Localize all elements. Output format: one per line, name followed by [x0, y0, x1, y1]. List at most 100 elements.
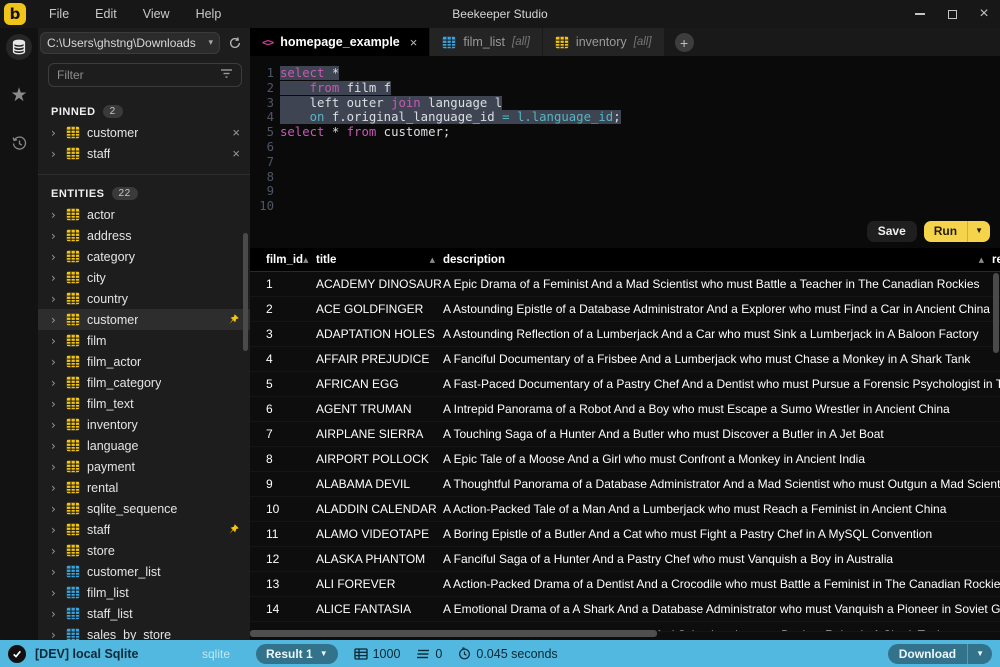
chevron-right-icon[interactable]: › — [51, 147, 59, 161]
run-options-caret[interactable]: ▼ — [967, 221, 990, 242]
cell-description[interactable]: A Touching Saga of a Hunter And a Butler… — [443, 427, 1000, 441]
chevron-right-icon[interactable]: › — [51, 586, 59, 600]
chevron-right-icon[interactable]: › — [51, 481, 59, 495]
entity-item-film_actor[interactable]: ›film_actor — [38, 351, 250, 372]
cell-film-id[interactable]: 11 — [250, 527, 316, 541]
refresh-icon[interactable] — [226, 34, 244, 52]
entity-item-staff[interactable]: ›staff — [38, 519, 250, 540]
new-tab-button[interactable]: + — [675, 33, 694, 52]
chevron-right-icon[interactable]: › — [51, 126, 59, 140]
result-selector[interactable]: Result 1 ▼ — [256, 644, 338, 664]
cell-film-id[interactable]: 12 — [250, 552, 316, 566]
chevron-right-icon[interactable]: › — [51, 523, 59, 537]
entity-item-film[interactable]: ›film — [38, 330, 250, 351]
pinned-item-staff[interactable]: ›staff× — [38, 143, 250, 164]
table-row[interactable]: 6AGENT TRUMANA Intrepid Panorama of a Ro… — [250, 397, 1000, 422]
cell-film-id[interactable]: 13 — [250, 577, 316, 591]
cell-title[interactable]: ACADEMY DINOSAUR — [316, 277, 443, 291]
table-row[interactable]: 11ALAMO VIDEOTAPEA Boring Epistle of a B… — [250, 522, 1000, 547]
cell-description[interactable]: A Fanciful Saga of a Hunter And a Pastry… — [443, 552, 1000, 566]
cell-description[interactable]: A Action-Packed Tale of a Man And a Lumb… — [443, 502, 1000, 516]
close-button[interactable]: × — [968, 0, 1000, 28]
column-header-film_id[interactable]: film_id▲ — [250, 248, 316, 271]
cell-film-id[interactable]: 5 — [250, 377, 316, 391]
chevron-right-icon[interactable]: › — [51, 460, 59, 474]
entity-item-sales_by_store[interactable]: ›sales_by_store — [38, 624, 250, 640]
sort-asc-icon[interactable]: ▲ — [303, 256, 316, 264]
cell-description[interactable]: A Epic Drama of a Feminist And a Mad Sci… — [443, 277, 1000, 291]
sql-editor[interactable]: 1select *2 from film f3 left outer join … — [250, 56, 1000, 248]
filter-icon[interactable] — [220, 68, 233, 82]
chevron-right-icon[interactable]: › — [51, 334, 59, 348]
cell-title[interactable]: ALI FOREVER — [316, 577, 443, 591]
entity-item-actor[interactable]: ›actor — [38, 204, 250, 225]
entity-item-payment[interactable]: ›payment — [38, 456, 250, 477]
cell-title[interactable]: AIRPLANE SIERRA — [316, 427, 443, 441]
tab-film_list[interactable]: film_list[all] — [430, 28, 542, 56]
table-row[interactable]: 8AIRPORT POLLOCKA Epic Tale of a Moose A… — [250, 447, 1000, 472]
sort-asc-icon[interactable]: ▲ — [430, 256, 443, 264]
entity-item-staff_list[interactable]: ›staff_list — [38, 603, 250, 624]
menu-file[interactable]: File — [36, 7, 82, 21]
cell-description[interactable]: A Astounding Epistle of a Database Admin… — [443, 302, 1000, 316]
table-row[interactable]: 4AFFAIR PREJUDICEA Fanciful Documentary … — [250, 347, 1000, 372]
cell-description[interactable]: A Fast-Paced Documentary of a Pastry Che… — [443, 377, 1000, 391]
chevron-right-icon[interactable]: › — [51, 376, 59, 390]
entity-item-store[interactable]: ›store — [38, 540, 250, 561]
entity-item-customer[interactable]: ›customer — [38, 309, 250, 330]
minimize-button[interactable] — [904, 0, 936, 28]
entity-item-category[interactable]: ›category — [38, 246, 250, 267]
cell-description[interactable]: A Intrepid Panorama of a Robot And a Boy… — [443, 402, 1000, 416]
connection-name[interactable]: [DEV] local Sqlite — [35, 647, 139, 661]
chevron-right-icon[interactable]: › — [51, 439, 59, 453]
cell-film-id[interactable]: 9 — [250, 477, 316, 491]
column-header-description[interactable]: description▲ — [443, 248, 992, 271]
cell-description[interactable]: A Thoughtful Panorama of a Database Admi… — [443, 477, 1000, 491]
database-panel-icon[interactable] — [6, 34, 32, 60]
chevron-right-icon[interactable]: › — [51, 208, 59, 222]
history-icon[interactable] — [6, 130, 32, 156]
cell-title[interactable]: ALASKA PHANTOM — [316, 552, 443, 566]
sort-asc-icon[interactable]: ▲ — [979, 256, 992, 264]
cell-title[interactable]: AIRPORT POLLOCK — [316, 452, 443, 466]
cell-description[interactable]: A Epic Tale of a Moose And a Girl who mu… — [443, 452, 1000, 466]
unpin-icon[interactable]: × — [232, 146, 240, 161]
entity-item-inventory[interactable]: ›inventory — [38, 414, 250, 435]
entity-item-rental[interactable]: ›rental — [38, 477, 250, 498]
cell-title[interactable]: ADAPTATION HOLES — [316, 327, 443, 341]
entity-item-film_list[interactable]: ›film_list — [38, 582, 250, 603]
tab-inventory[interactable]: inventory[all] — [543, 28, 664, 56]
cell-title[interactable]: ALICE FANTASIA — [316, 602, 443, 616]
chevron-right-icon[interactable]: › — [51, 565, 59, 579]
chevron-right-icon[interactable]: › — [51, 502, 59, 516]
cell-film-id[interactable]: 4 — [250, 352, 316, 366]
table-row[interactable]: 5AFRICAN EGGA Fast-Paced Documentary of … — [250, 372, 1000, 397]
cell-title[interactable]: ALABAMA DEVIL — [316, 477, 443, 491]
grid-horizontal-scrollbar[interactable] — [250, 630, 657, 637]
entity-item-sqlite_sequence[interactable]: ›sqlite_sequence — [38, 498, 250, 519]
cell-film-id[interactable]: 14 — [250, 602, 316, 616]
menu-edit[interactable]: Edit — [82, 7, 130, 21]
table-row[interactable]: 1ACADEMY DINOSAURA Epic Drama of a Femin… — [250, 272, 1000, 297]
cell-film-id[interactable]: 7 — [250, 427, 316, 441]
cell-film-id[interactable]: 2 — [250, 302, 316, 316]
column-header-partial[interactable]: release_year — [992, 248, 1000, 271]
sidebar-scrollbar[interactable] — [243, 233, 248, 351]
pin-icon[interactable] — [227, 523, 240, 536]
entity-item-city[interactable]: ›city — [38, 267, 250, 288]
chevron-right-icon[interactable]: › — [51, 607, 59, 621]
cell-film-id[interactable]: 8 — [250, 452, 316, 466]
tab-close-icon[interactable]: × — [410, 35, 418, 50]
cell-title[interactable]: ALAMO VIDEOTAPE — [316, 527, 443, 541]
chevron-right-icon[interactable]: › — [51, 628, 59, 641]
maximize-button[interactable] — [936, 0, 968, 28]
database-selector[interactable]: C:\Users\ghstng\Downloads ▾ — [40, 32, 220, 54]
cell-description[interactable]: A Astounding Reflection of a Lumberjack … — [443, 327, 1000, 341]
cell-title[interactable]: ALADDIN CALENDAR — [316, 502, 443, 516]
column-header-title[interactable]: title▲ — [316, 248, 443, 271]
entity-item-film_category[interactable]: ›film_category — [38, 372, 250, 393]
pin-icon[interactable] — [227, 313, 240, 326]
cell-description[interactable]: A Emotional Drama of a A Shark And a Dat… — [443, 602, 1000, 616]
table-row[interactable]: 14ALICE FANTASIAA Emotional Drama of a A… — [250, 597, 1000, 622]
cell-film-id[interactable]: 1 — [250, 277, 316, 291]
